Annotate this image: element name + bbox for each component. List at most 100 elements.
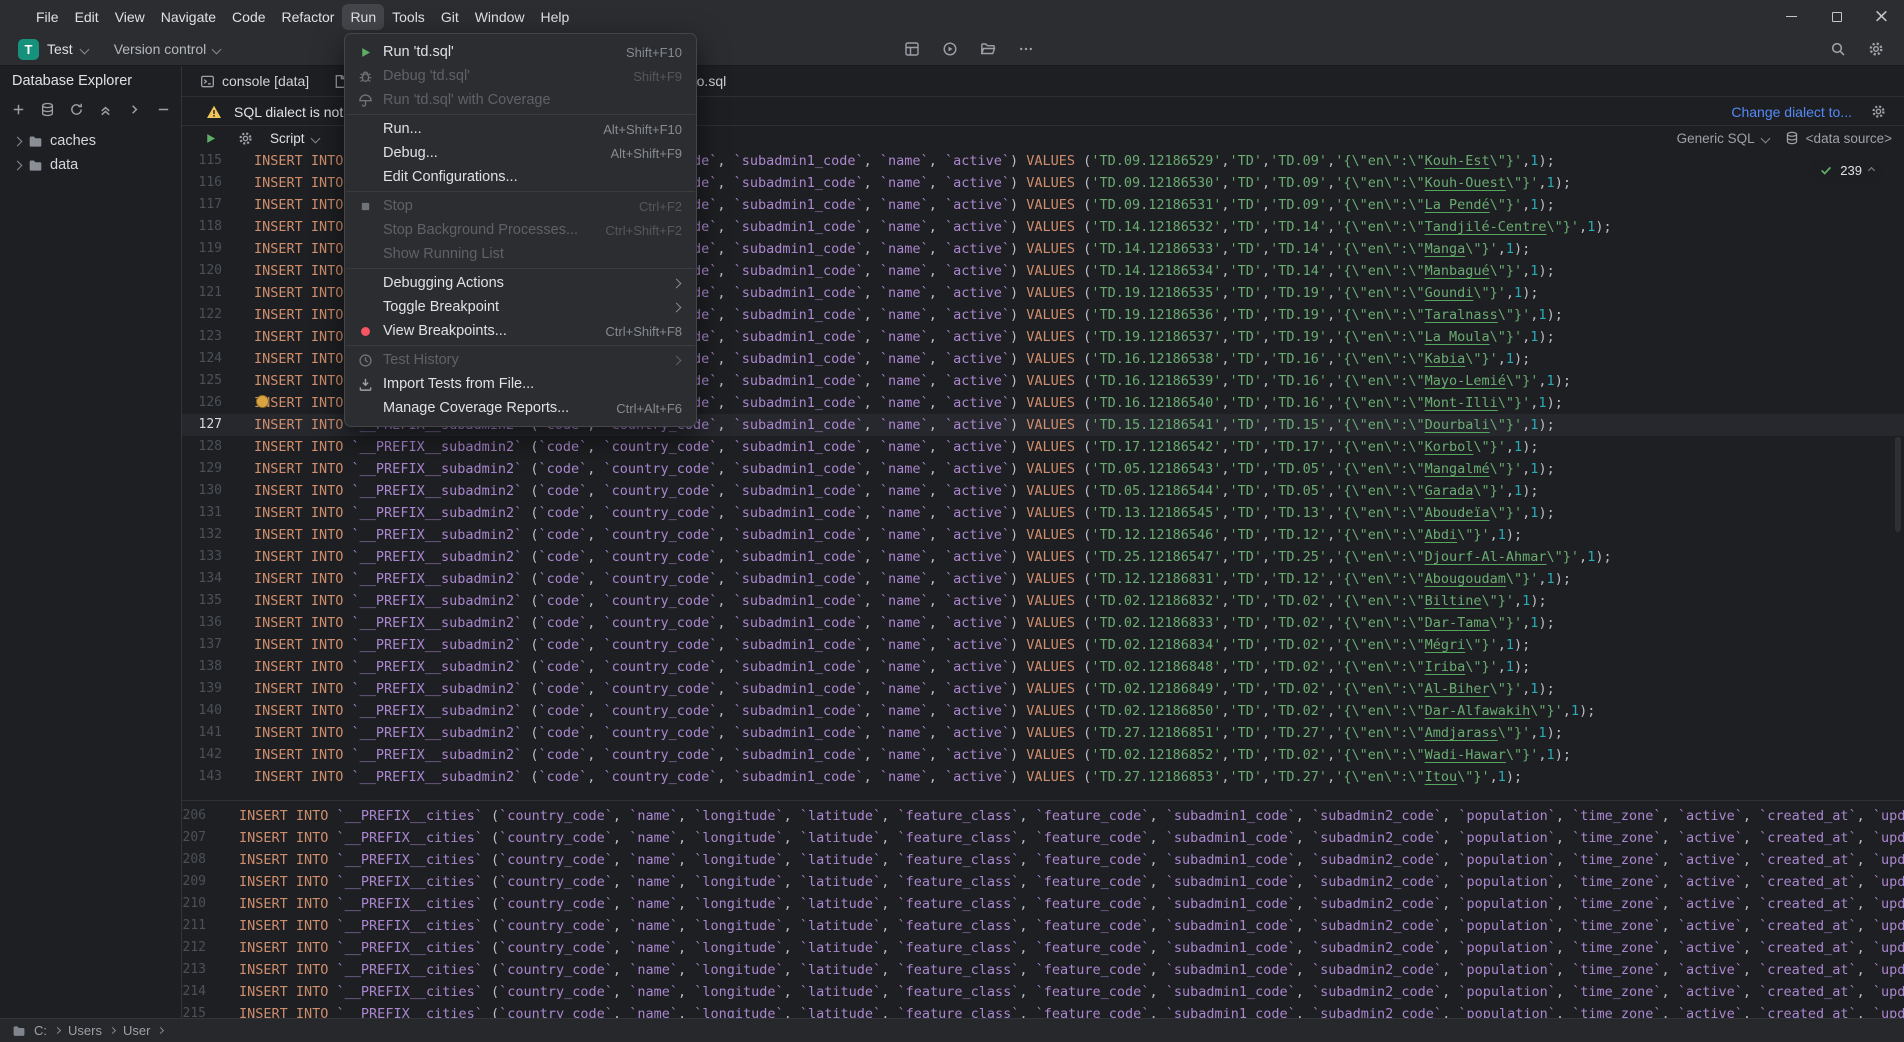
run-menu-item-debugging-actions[interactable]: Debugging Actions [345,271,696,295]
code-text[interactable]: INSERT INTO `__PREFIX__subadmin2` (`code… [254,480,1538,502]
code-text[interactable]: INSERT INTO `__PREFIX__cities` (`country… [239,959,1904,981]
run-menu-item-edit-configurations[interactable]: Edit Configurations... [345,165,696,189]
breadcrumb-segment[interactable]: C: [34,1023,47,1038]
code-line-207[interactable]: 207 INSERT INTO `__PREFIX__cities` (`coun… [182,827,1904,849]
code-text[interactable]: INSERT INTO `__PREFIX__subadmin2` (`code… [254,436,1538,458]
line-number[interactable]: 132 [182,524,246,546]
run-script-button[interactable] [200,128,220,148]
code-line-206[interactable]: 206 INSERT INTO `__PREFIX__cities` (`coun… [182,805,1904,827]
run-menu-item-toggle-breakpoint[interactable]: Toggle Breakpoint [345,295,696,319]
line-number[interactable]: 121 [182,282,246,304]
code-text[interactable]: INSERT INTO `__PREFIX__subadmin2` (`code… [254,502,1555,524]
chevron-right-icon[interactable] [13,136,23,146]
settings-gear-icon[interactable] [235,128,255,148]
code-line-131[interactable]: 131 INSERT INTO `__PREFIX__subadmin2` (`c… [182,502,1904,524]
datasource-selector[interactable]: <data source> [1785,131,1892,146]
menubar-item-window[interactable]: Window [467,4,533,30]
code-line-135[interactable]: 135INSERT INTO `__PREFIX__subadmin2` (`c… [182,590,1904,612]
code-line-136[interactable]: 136 INSERT INTO `__PREFIX__subadmin2` (`c… [182,612,1904,634]
code-text[interactable]: INSERT INTO `__PREFIX__cities` (`country… [239,1003,1904,1018]
intention-bulb-icon[interactable] [256,395,269,408]
refresh-icon[interactable] [68,100,84,120]
code-line-212[interactable]: 212 INSERT INTO `__PREFIX__cities` (`coun… [182,937,1904,959]
code-line-142[interactable]: 142 INSERT INTO `__PREFIX__subadmin2` (`c… [182,744,1904,766]
line-number[interactable]: 136 [182,612,246,634]
code-line-141[interactable]: 141INSERT INTO `__PREFIX__subadmin2` (`c… [182,722,1904,744]
code-text[interactable]: INSERT INTO `__PREFIX__subadmin2` (`code… [254,744,1571,766]
tab-console-data[interactable]: console [data] [188,66,321,96]
code-line-133[interactable]: 133 INSERT INTO `__PREFIX__subadmin2` (`c… [182,546,1904,568]
code-text[interactable]: INSERT INTO `__PREFIX__subadmin2` (`code… [254,700,1595,722]
line-number[interactable]: 142 [182,744,246,766]
vcs-widget[interactable]: Version control [108,38,227,60]
breadcrumb-segment[interactable]: Users [68,1023,102,1038]
dialect-selector[interactable]: Generic SQL [1677,131,1769,146]
code-line-128[interactable]: 128INSERT INTO `__PREFIX__subadmin2` (`c… [182,436,1904,458]
menubar-item-navigate[interactable]: Navigate [153,4,224,30]
open-folder-icon[interactable] [978,39,998,59]
run-menu-item-run[interactable]: Run...Alt+Shift+F10 [345,117,696,141]
code-text[interactable]: INSERT INTO `__PREFIX__cities` (`country… [239,805,1904,827]
tree-item-caches[interactable]: caches [0,129,181,153]
profiler-icon[interactable] [940,39,960,59]
code-line-138[interactable]: 138INSERT INTO `__PREFIX__subadmin2` (`c… [182,656,1904,678]
line-number[interactable]: 116 [182,172,246,194]
code-line-143[interactable]: 143 INSERT INTO `__PREFIX__subadmin2` (`c… [182,766,1904,788]
line-number[interactable]: 213 [182,959,232,981]
line-number[interactable]: 122 [182,304,246,326]
code-line-213[interactable]: 213 INSERT INTO `__PREFIX__cities` (`coun… [182,959,1904,981]
line-number[interactable]: 134 [182,568,246,590]
collapse-all-icon[interactable] [97,100,113,120]
code-text[interactable]: INSERT INTO `__PREFIX__cities` (`country… [239,937,1904,959]
hide-icon[interactable] [155,100,171,120]
line-number[interactable]: 131 [182,502,246,524]
line-number[interactable]: 120 [182,260,246,282]
run-menu-item-run-td-sql[interactable]: Run 'td.sql'Shift+F10 [345,40,696,64]
menubar-item-run[interactable]: Run [342,4,384,30]
line-number[interactable]: 138 [182,656,246,678]
line-number[interactable]: 143 [182,766,246,788]
tree-item-data[interactable]: data [0,153,181,177]
code-text[interactable]: INSERT INTO `__PREFIX__subadmin2` (`code… [254,590,1547,612]
line-number[interactable]: 209 [182,871,232,893]
line-number[interactable]: 115 [182,150,246,172]
code-line-134[interactable]: 134 INSERT INTO `__PREFIX__subadmin2` (`c… [182,568,1904,590]
line-number[interactable]: 212 [182,937,232,959]
line-number[interactable]: 126 [182,392,246,414]
inspections-widget[interactable]: 239 [1809,158,1884,182]
services-icon[interactable] [902,39,922,59]
code-line-140[interactable]: 140INSERT INTO `__PREFIX__subadmin2` (`c… [182,700,1904,722]
code-line-215[interactable]: 215INSERT INTO `__PREFIX__cities` (`coun… [182,1003,1904,1018]
line-number[interactable]: 118 [182,216,246,238]
line-number[interactable]: 206 [182,805,232,827]
add-icon[interactable] [10,100,26,120]
code-line-208[interactable]: 208INSERT INTO `__PREFIX__cities` (`coun… [182,849,1904,871]
run-menu-item-view-breakpoints[interactable]: View Breakpoints...Ctrl+Shift+F8 [345,319,696,343]
code-text[interactable]: INSERT INTO `__PREFIX__subadmin2` (`code… [254,766,1522,788]
line-number[interactable]: 129 [182,458,246,480]
code-text[interactable]: INSERT INTO `__PREFIX__subadmin2` (`code… [254,722,1563,744]
code-text[interactable]: INSERT INTO `__PREFIX__subadmin2` (`code… [254,568,1571,590]
code-line-129[interactable]: 129INSERT INTO `__PREFIX__subadmin2` (`c… [182,458,1904,480]
code-text[interactable]: INSERT INTO `__PREFIX__subadmin2` (`code… [254,546,1612,568]
line-number[interactable]: 130 [182,480,246,502]
run-menu-item-import-tests-from-file[interactable]: Import Tests from File... [345,372,696,396]
code-text[interactable]: INSERT INTO `__PREFIX__subadmin2` (`code… [254,524,1522,546]
code-line-210[interactable]: 210INSERT INTO `__PREFIX__cities` (`coun… [182,893,1904,915]
menubar-item-edit[interactable]: Edit [67,4,107,30]
line-number[interactable]: 207 [182,827,232,849]
code-line-211[interactable]: 211INSERT INTO `__PREFIX__cities` (`coun… [182,915,1904,937]
code-text[interactable]: INSERT INTO `__PREFIX__subadmin2` (`code… [254,678,1555,700]
code-line-214[interactable]: 214INSERT INTO `__PREFIX__cities` (`coun… [182,981,1904,1003]
code-text[interactable]: INSERT INTO `__PREFIX__cities` (`country… [239,981,1904,1003]
maximize-button[interactable] [1814,0,1859,33]
line-number[interactable]: 133 [182,546,246,568]
scrollbar-thumb[interactable] [1895,437,1901,532]
change-dialect-link[interactable]: Change dialect to... [1731,104,1852,120]
code-text[interactable]: INSERT INTO `__PREFIX__subadmin2` (`code… [254,634,1530,656]
menubar-item-git[interactable]: Git [433,4,467,30]
code-text[interactable]: INSERT INTO `__PREFIX__cities` (`country… [239,827,1904,849]
code-text[interactable]: INSERT INTO `__PREFIX__cities` (`country… [239,849,1904,871]
code-line-209[interactable]: 209INSERT INTO `__PREFIX__cities` (`coun… [182,871,1904,893]
code-text[interactable]: INSERT INTO `__PREFIX__subadmin2` (`code… [254,612,1555,634]
